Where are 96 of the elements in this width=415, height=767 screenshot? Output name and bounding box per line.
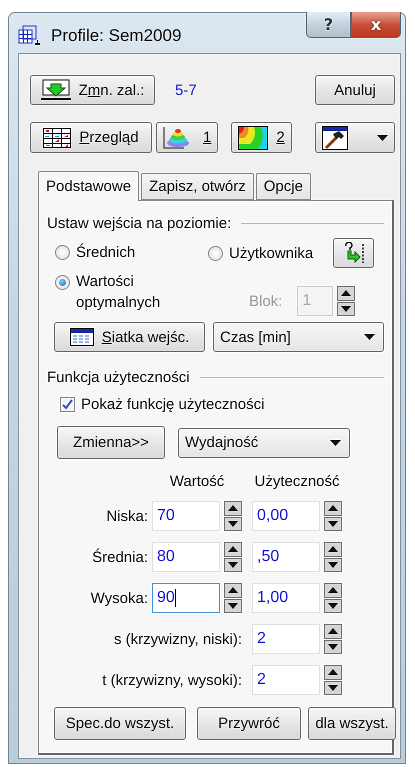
spin-down-button[interactable] — [324, 558, 342, 572]
radio-label: Użytkownika — [229, 244, 314, 264]
spin-down-button[interactable] — [324, 598, 342, 613]
dropdown-arrow-icon — [377, 134, 388, 140]
section-title: Ustaw wejścia na poziomie: — [47, 215, 232, 232]
spin-up-icon — [328, 505, 338, 512]
block-label: Blok: — [249, 292, 282, 312]
value-field[interactable]: 80 — [152, 542, 220, 572]
spin-up-button[interactable] — [324, 583, 342, 598]
checkbox[interactable] — [60, 397, 75, 412]
section-title: Funkcja użyteczności — [47, 369, 190, 386]
value-field[interactable]: 90 — [152, 583, 220, 613]
spin-down-icon — [228, 562, 238, 568]
monitor-arrow-icon — [40, 79, 71, 101]
window-title: Profile: Sem2009 — [51, 26, 182, 46]
spin-up-button[interactable] — [324, 624, 342, 638]
row-label: Niska: — [105, 506, 149, 526]
radio-button[interactable] — [55, 244, 70, 260]
spin-up-icon — [328, 546, 338, 552]
dropdown-arrow-icon — [364, 334, 375, 340]
spin-down-icon — [328, 520, 338, 527]
spin-up-button[interactable] — [324, 501, 342, 516]
tab[interactable]: Opcje — [256, 173, 311, 200]
spin-up-icon — [228, 546, 238, 552]
spin-down-button[interactable] — [324, 680, 342, 695]
view-button[interactable]: 1 — [156, 122, 218, 153]
spin-up-icon — [328, 628, 338, 634]
spin-down-button[interactable] — [324, 516, 342, 531]
radio-option[interactable]: Średnich — [55, 242, 136, 262]
tools-dropdown[interactable] — [315, 122, 395, 153]
spin-up-button[interactable] — [324, 542, 342, 556]
unit-dropdown[interactable]: Czas [min] — [213, 322, 384, 352]
radio-label: Wartości optymalnych — [76, 272, 162, 313]
spin-up-button[interactable] — [337, 286, 356, 300]
checkbox-label: Pokaż funkcję użyteczności — [81, 395, 264, 415]
column-header: Użyteczność — [253, 473, 341, 490]
spin-down-icon — [228, 602, 238, 609]
radio-option[interactable]: Wartości optymalnych — [55, 271, 186, 313]
variable-button[interactable]: Zmienna>> — [57, 426, 165, 459]
action-button[interactable]: dla wszyst. — [308, 707, 396, 740]
spin-down-button[interactable] — [224, 598, 242, 613]
utility-field[interactable]: 0,00 — [252, 501, 320, 531]
app-icon — [18, 23, 42, 47]
utility-field[interactable]: 1,00 — [252, 583, 320, 613]
curvature-field[interactable]: 2 — [252, 665, 320, 695]
grid-icon — [70, 328, 94, 346]
radio-button[interactable] — [208, 246, 223, 260]
variable-dropdown[interactable]: Wydajność — [178, 428, 350, 458]
range-text: 5-7 — [175, 82, 197, 98]
action-button[interactable]: Spec.do wszyst. — [54, 707, 186, 740]
spin-up-button[interactable] — [224, 583, 242, 598]
column-header: Wartość — [168, 473, 226, 490]
radio-label: Średnich — [76, 242, 136, 262]
hammer-icon — [322, 126, 348, 150]
tab[interactable]: Podstawowe — [38, 171, 140, 201]
table-icon — [43, 128, 72, 148]
spin-down-button[interactable] — [337, 302, 356, 316]
row-label: s (krzywizny, niski): — [112, 630, 243, 650]
radio-option[interactable]: Użytkownika — [208, 242, 314, 264]
spin-down-icon — [328, 602, 338, 609]
help-arrow-button[interactable] — [333, 238, 374, 268]
spin-down-icon — [328, 644, 338, 650]
spin-down-button[interactable] — [324, 640, 342, 654]
spin-down-button[interactable] — [224, 516, 242, 531]
spin-up-icon — [228, 587, 238, 594]
spin-up-icon — [328, 669, 338, 676]
spin-down-icon — [328, 684, 338, 691]
row-label: Wysoka: — [90, 588, 149, 608]
help-button[interactable]: ? — [306, 12, 351, 38]
overview-button[interactable]: Przegląd — [30, 122, 152, 153]
tab[interactable]: Zapisz, otwórz — [141, 173, 254, 200]
spin-up-icon — [341, 290, 352, 296]
change-button[interactable]: Zmn. zal.: — [30, 75, 155, 105]
value-field[interactable]: 70 — [152, 501, 220, 531]
view-button[interactable]: 2 — [231, 122, 292, 153]
spin-up-button[interactable] — [324, 665, 342, 680]
spin-up-button[interactable] — [224, 501, 242, 516]
cancel-button[interactable]: Anuluj — [315, 75, 395, 105]
radio-button[interactable] — [55, 275, 70, 290]
contour-map-icon — [238, 126, 268, 150]
utility-field[interactable]: ,50 — [252, 542, 320, 572]
spin-down-icon — [228, 520, 238, 527]
close-button[interactable]: x — [351, 12, 401, 38]
dropdown-arrow-icon — [330, 440, 341, 446]
spin-up-icon — [228, 505, 238, 512]
spin-down-button[interactable] — [224, 558, 242, 572]
check-icon — [62, 399, 73, 410]
spin-up-button[interactable] — [224, 542, 242, 556]
spin-down-icon — [341, 306, 352, 312]
row-label: t (krzywizny, wysoki): — [101, 670, 243, 690]
action-button[interactable]: Przywróć — [197, 707, 301, 740]
curvature-field[interactable]: 2 — [252, 624, 320, 654]
row-label: Średnia: — [91, 548, 149, 568]
spin-up-icon — [328, 587, 338, 594]
spin-down-icon — [328, 562, 338, 568]
grid-button[interactable]: Siatka wejśc. — [54, 322, 205, 352]
